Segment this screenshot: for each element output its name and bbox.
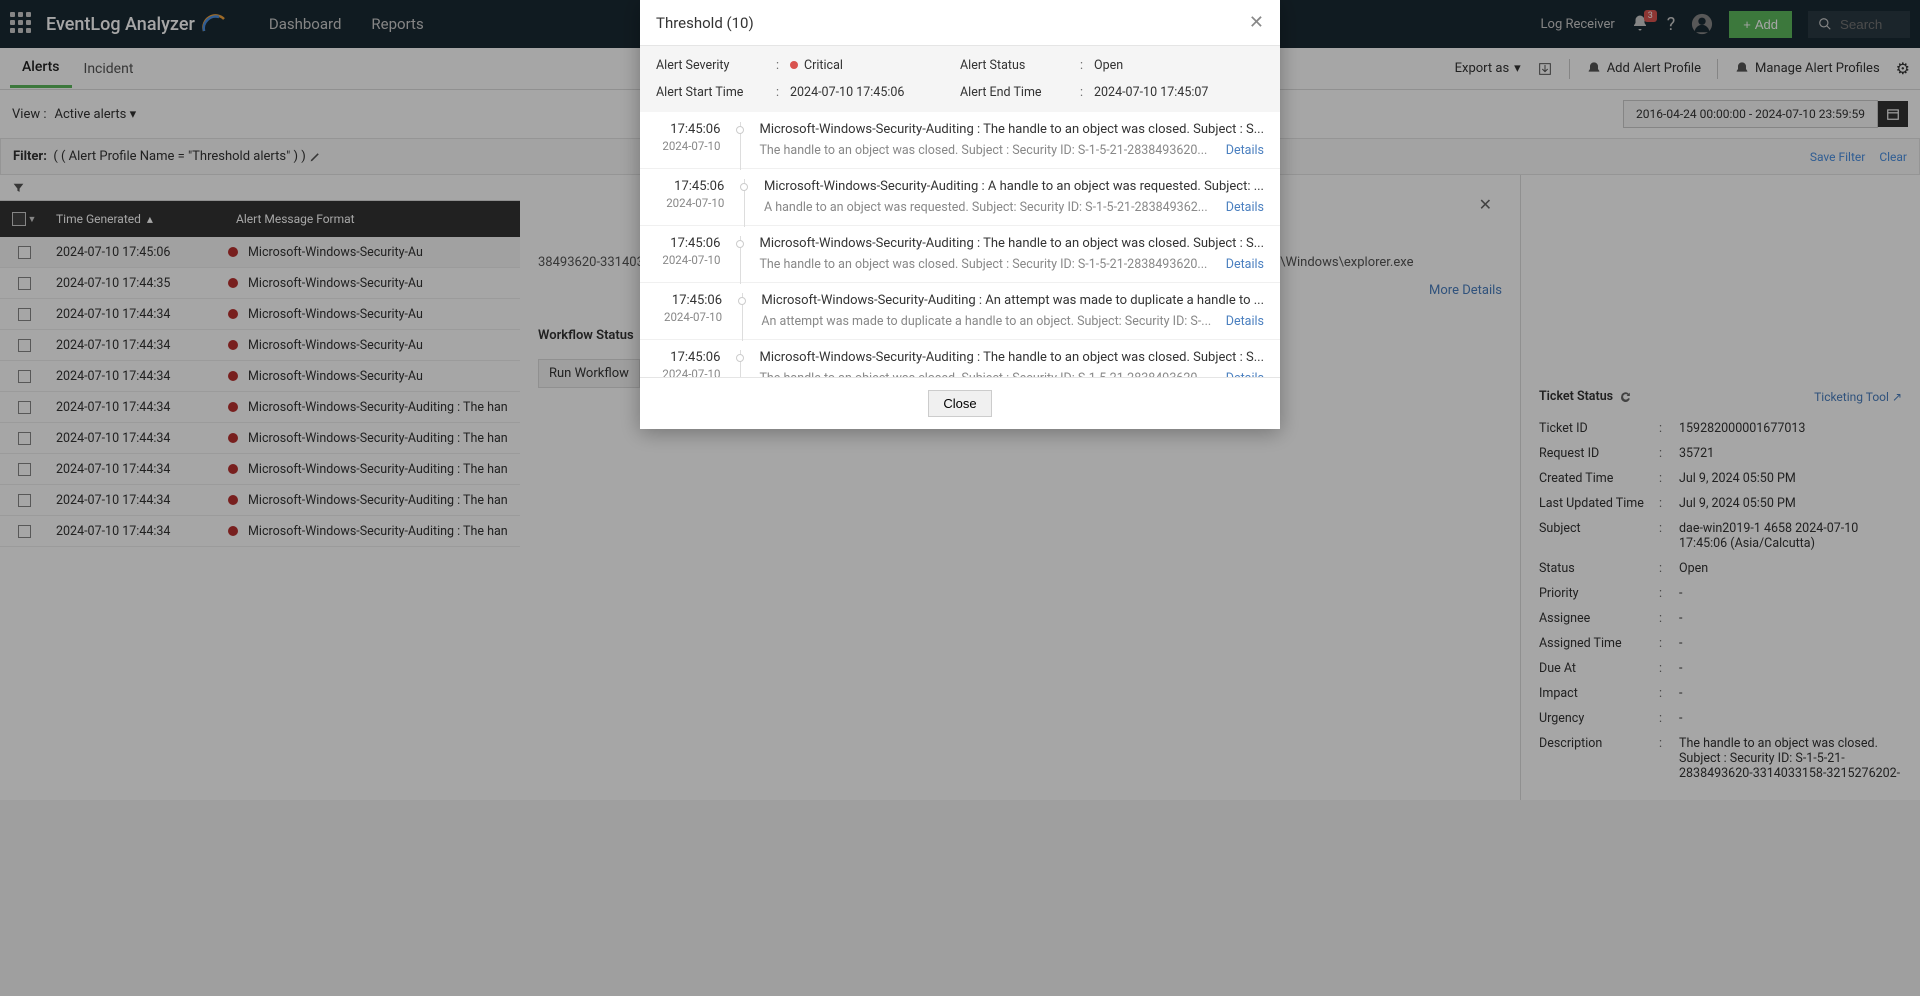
event-time: 17:45:06 — [656, 179, 724, 194]
event-title: Microsoft-Windows-Security-Auditing : Th… — [759, 122, 1264, 137]
modal-close-icon[interactable]: ✕ — [1249, 12, 1264, 33]
event-time: 17:45:06 — [656, 122, 720, 137]
event-date: 2024-07-10 — [656, 253, 720, 267]
event-details-link[interactable]: Details — [1226, 257, 1264, 272]
event-desc: An attempt was made to duplicate a handl… — [761, 314, 1217, 329]
modal-event-item: 17:45:06 2024-07-10 Microsoft-Windows-Se… — [640, 169, 1280, 226]
alert-end-value: 2024-07-10 17:45:07 — [1094, 85, 1208, 100]
modal-title: Threshold (10) — [656, 14, 754, 32]
event-title: Microsoft-Windows-Security-Auditing : A … — [764, 179, 1264, 194]
alert-start-label: Alert Start Time — [656, 85, 776, 100]
event-details-link[interactable]: Details — [1226, 200, 1264, 215]
timeline-dot-icon — [736, 354, 744, 362]
alert-severity-value: Critical — [804, 58, 843, 73]
event-date: 2024-07-10 — [656, 139, 720, 153]
event-title: Microsoft-Windows-Security-Auditing : Th… — [759, 350, 1264, 365]
critical-dot-icon — [790, 61, 798, 69]
modal-event-item: 17:45:06 2024-07-10 Microsoft-Windows-Se… — [640, 226, 1280, 283]
event-details-link[interactable]: Details — [1226, 314, 1264, 329]
timeline-dot-icon — [740, 183, 748, 191]
event-time: 17:45:06 — [656, 293, 722, 308]
timeline-dot-icon — [738, 297, 746, 305]
modal-event-item: 17:45:06 2024-07-10 Microsoft-Windows-Se… — [640, 283, 1280, 340]
event-time: 17:45:06 — [656, 236, 720, 251]
event-desc: The handle to an object was closed. Subj… — [759, 143, 1217, 158]
modal-event-list[interactable]: 17:45:06 2024-07-10 Microsoft-Windows-Se… — [640, 112, 1280, 377]
alert-start-value: 2024-07-10 17:45:06 — [790, 85, 904, 100]
event-title: Microsoft-Windows-Security-Auditing : Th… — [759, 236, 1264, 251]
modal-event-item: 17:45:06 2024-07-10 Microsoft-Windows-Se… — [640, 112, 1280, 169]
event-desc: A handle to an object was requested. Sub… — [764, 200, 1218, 215]
event-date: 2024-07-10 — [656, 310, 722, 324]
event-time: 17:45:06 — [656, 350, 720, 365]
timeline-dot-icon — [736, 126, 744, 134]
alert-severity-label: Alert Severity — [656, 58, 776, 73]
alert-status-label: Alert Status — [960, 58, 1080, 73]
event-date: 2024-07-10 — [656, 196, 724, 210]
alert-end-label: Alert End Time — [960, 85, 1080, 100]
event-date: 2024-07-10 — [656, 367, 720, 377]
event-title: Microsoft-Windows-Security-Auditing : An… — [761, 293, 1264, 308]
timeline-dot-icon — [736, 240, 744, 248]
event-details-link[interactable]: Details — [1226, 143, 1264, 158]
threshold-modal: Threshold (10) ✕ Alert Severity : Critic… — [640, 0, 1280, 429]
modal-close-button[interactable]: Close — [928, 390, 991, 417]
alert-status-value: Open — [1094, 58, 1123, 73]
event-desc: The handle to an object was closed. Subj… — [759, 257, 1217, 272]
modal-event-item: 17:45:06 2024-07-10 Microsoft-Windows-Se… — [640, 340, 1280, 377]
